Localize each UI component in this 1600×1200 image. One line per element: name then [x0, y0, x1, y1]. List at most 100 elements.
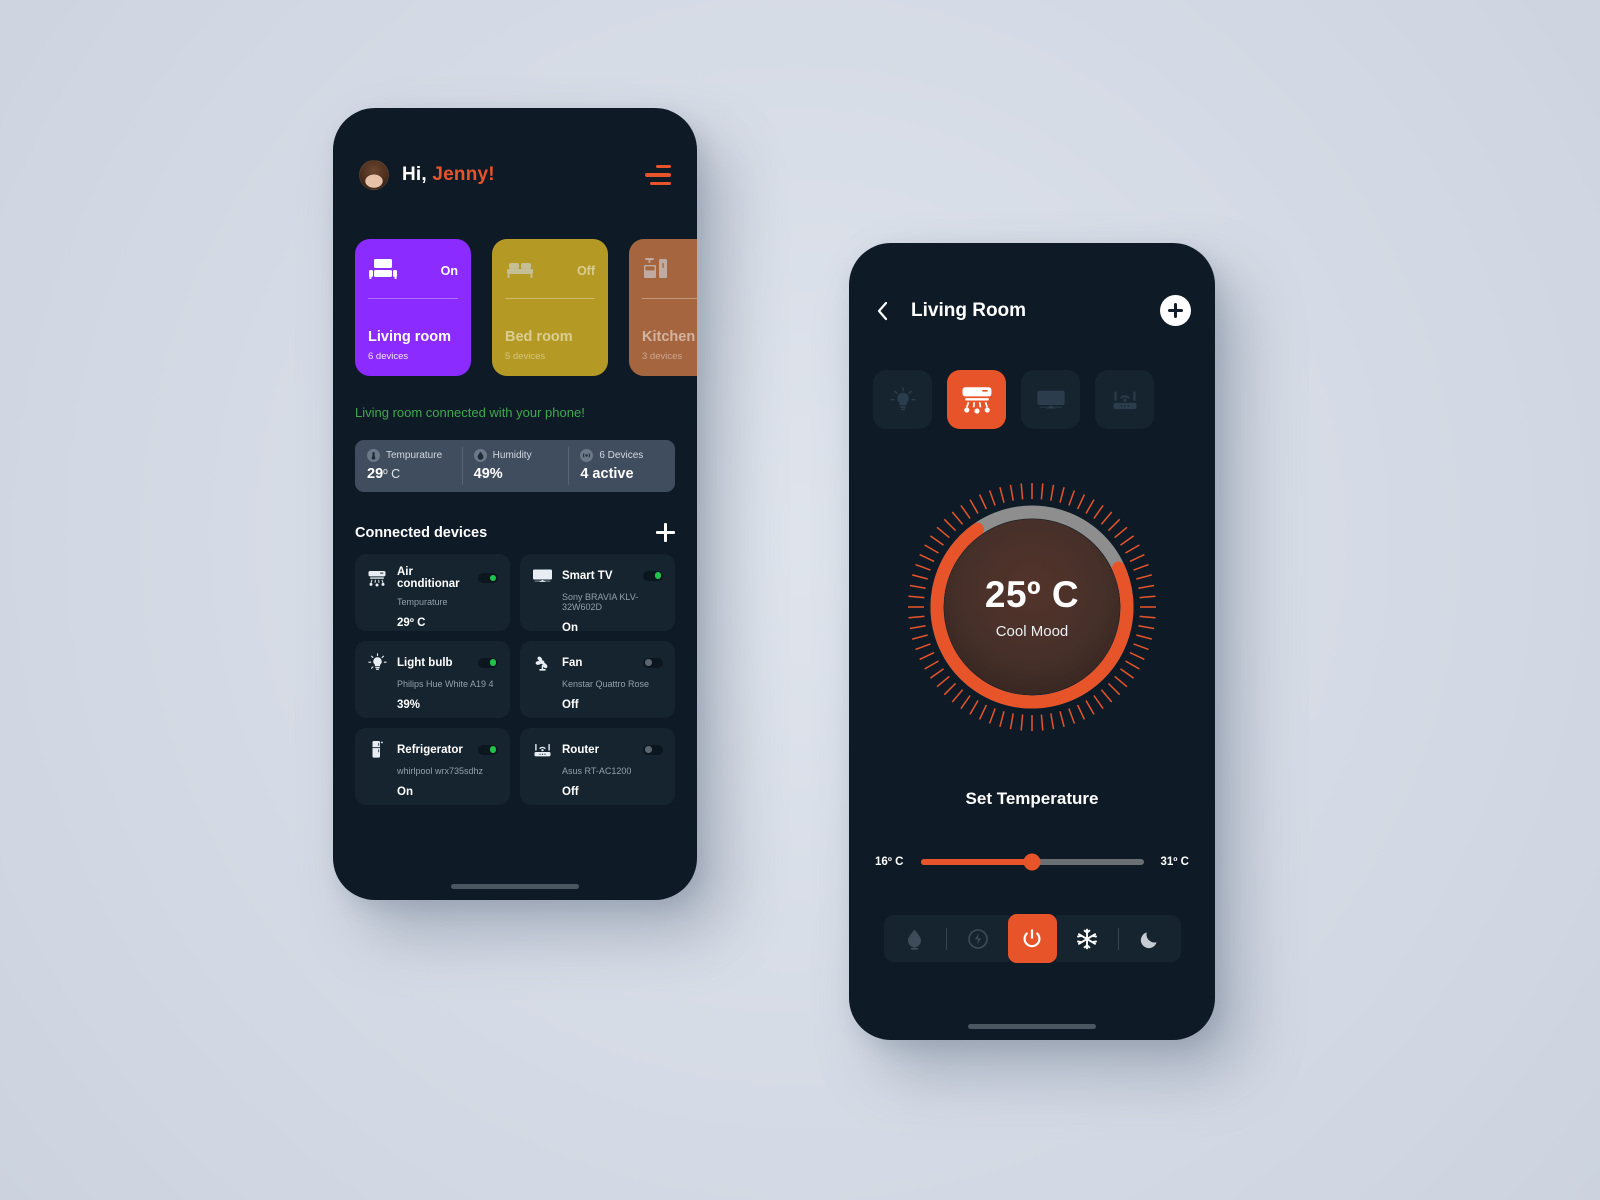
stat-devices: 6 Devices 4 active	[568, 440, 675, 492]
thermometer-icon	[367, 449, 380, 462]
device-card-light-bulb[interactable]: Light bulb Philips Hue White A19 4 39%	[355, 641, 510, 718]
device-subtitle: Kenstar Quattro Rose	[562, 679, 650, 689]
temperature-dial-wrap: 25º C Cool Mood	[849, 475, 1215, 739]
sofa-icon	[368, 257, 398, 286]
device-name: Router	[562, 743, 600, 756]
device-card-top: Air conditionar	[366, 566, 498, 590]
router-icon	[531, 740, 553, 759]
humidity-icon[interactable]	[884, 915, 946, 962]
mode-control-bar	[849, 914, 1215, 963]
device-type-tv[interactable]	[1021, 370, 1080, 429]
stat-label: Tempurature	[386, 450, 443, 461]
device-card-router[interactable]: Router Asus RT-AC1200 Off	[520, 728, 675, 805]
device-toggle[interactable]	[643, 657, 663, 668]
phone-home-screen: Hi, Jenny! On Living room 6 devices Off …	[333, 108, 697, 900]
room-name: Bed room	[505, 329, 573, 346]
room-carousel[interactable]: On Living room 6 devices Off Bed room 5 …	[333, 190, 697, 376]
room-card-kitchen[interactable]: Off Kitchen 3 devices	[629, 239, 697, 376]
stat-label: 6 Devices	[599, 450, 644, 461]
stat-temperature: Tempurature 29º C	[355, 440, 462, 492]
detail-header: Living Room	[849, 243, 1215, 326]
phone-room-detail-screen: Living Room 25º C Cool Mood Set Temperat…	[849, 243, 1215, 1040]
connected-devices-header: Connected devices	[355, 523, 675, 542]
device-subtitle: whirlpool wrx735sdhz	[397, 766, 484, 776]
temperature-slider[interactable]	[920, 853, 1144, 871]
connection-status-text: Living room connected with your phone!	[355, 405, 585, 420]
temperature-dial[interactable]: 25º C Cool Mood	[900, 475, 1164, 739]
room-name: Living room	[368, 329, 451, 346]
divider	[368, 298, 458, 299]
device-card-top: Smart TV	[531, 566, 663, 585]
eco-fan-icon[interactable]	[947, 915, 1009, 962]
device-toggle[interactable]	[478, 573, 498, 583]
tv-icon	[531, 566, 553, 585]
bed-icon	[505, 258, 535, 285]
device-card-top: Refrigerator	[366, 740, 498, 759]
device-value: On	[562, 622, 578, 634]
device-value: On	[397, 786, 413, 798]
refrigerator-icon	[366, 740, 388, 759]
temperature-slider-row: 16º C 31º C	[849, 853, 1215, 871]
stat-humidity: Humidity 49%	[461, 440, 569, 492]
device-type-router[interactable]	[1095, 370, 1154, 429]
room-state: On	[440, 264, 458, 278]
room-name: Kitchen	[642, 329, 696, 346]
device-card-refrigerator[interactable]: Refrigerator whirlpool wrx735sdhz On	[355, 728, 510, 805]
plus-icon[interactable]	[1160, 295, 1191, 326]
device-toggle[interactable]	[643, 744, 663, 755]
device-subtitle: Asus RT-AC1200	[562, 766, 632, 776]
device-subtitle: Tempurature	[397, 597, 448, 607]
device-value: Off	[562, 786, 579, 798]
device-type-selector	[849, 326, 1215, 429]
stat-value: 29º C	[367, 466, 462, 482]
device-type-air-conditioner[interactable]	[947, 370, 1006, 429]
device-name: Fan	[562, 656, 583, 669]
room-card-living-room[interactable]: On Living room 6 devices	[355, 239, 471, 376]
kitchen-icon	[642, 257, 670, 286]
home-indicator	[968, 1024, 1096, 1029]
stat-label: Humidity	[492, 450, 532, 461]
room-device-count: 6 devices	[368, 351, 409, 362]
device-name: Air conditionar	[397, 566, 460, 590]
stat-unit: º C	[383, 467, 401, 481]
slider-thumb[interactable]	[1023, 853, 1041, 871]
device-value: Off	[562, 699, 579, 711]
user-avatar[interactable]	[359, 160, 389, 190]
chevron-left-icon[interactable]	[873, 301, 891, 320]
room-card-top: On	[368, 254, 458, 288]
device-card-air-conditionar[interactable]: Air conditionar Tempurature 29º C	[355, 554, 510, 631]
divider	[505, 298, 595, 299]
mode-group-right	[1055, 915, 1181, 962]
device-card-top: Router	[531, 740, 663, 759]
stat-header: Humidity	[473, 449, 569, 462]
connected-devices-title: Connected devices	[355, 524, 488, 541]
stat-number: 4 active	[580, 466, 634, 482]
device-toggle[interactable]	[478, 657, 498, 668]
stat-value: 4 active	[580, 466, 675, 482]
page-title: Living Room	[911, 299, 1027, 321]
device-type-light-bulb[interactable]	[873, 370, 932, 429]
stat-number: 29	[367, 466, 384, 482]
room-card-bed-room[interactable]: Off Bed room 5 devices	[492, 239, 608, 376]
light-bulb-icon	[366, 653, 388, 672]
stats-row: Tempurature 29º C Humidity 49% 6 Devices…	[355, 440, 675, 492]
moon-icon[interactable]	[1119, 915, 1181, 962]
device-card-top: Fan	[531, 653, 663, 672]
room-state: Off	[576, 264, 595, 278]
stat-value: 49%	[474, 466, 569, 482]
plus-icon[interactable]	[656, 523, 675, 542]
stat-number: 49%	[473, 466, 503, 482]
hamburger-icon[interactable]	[645, 164, 671, 186]
snowflake-icon[interactable]	[1056, 915, 1118, 962]
device-card-fan[interactable]: Fan Kenstar Quattro Rose Off	[520, 641, 675, 718]
set-temperature-label: Set Temperature	[965, 789, 1099, 808]
slider-fill	[920, 859, 1032, 865]
device-toggle[interactable]	[478, 744, 498, 755]
device-card-smart-tv[interactable]: Smart TV Sony BRAVIA KLV-32W602D On	[520, 554, 675, 634]
droplet-icon	[473, 449, 487, 462]
dial-graphics	[908, 483, 1156, 731]
stat-header: Tempurature	[367, 449, 462, 462]
power-icon[interactable]	[1007, 914, 1057, 963]
device-value: 29º C	[397, 617, 426, 629]
device-toggle[interactable]	[643, 570, 663, 581]
